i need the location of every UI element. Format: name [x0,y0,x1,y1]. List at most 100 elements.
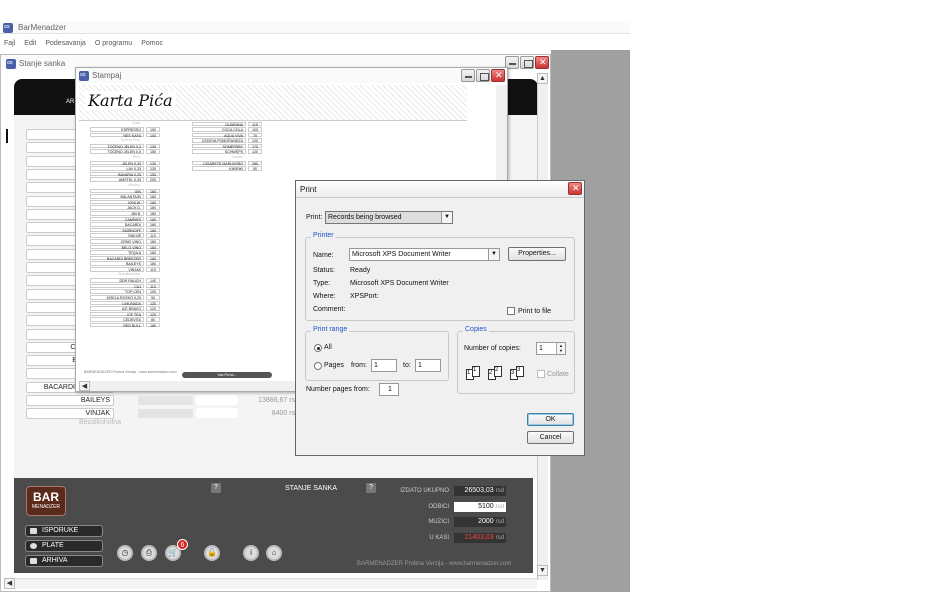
stampaj-close-button[interactable] [491,69,505,82]
menu-item-price: 130 [146,143,160,149]
printer-name-select[interactable]: Microsoft XPS Document Writer ▼ [349,248,500,261]
clock-icon[interactable]: ◷ [117,545,133,561]
summary-value: 5100 [478,502,494,510]
person-icon [30,543,37,549]
stampaj-maximize-button[interactable] [476,69,490,82]
menu-item-name: LIMUNADA [90,300,144,305]
scroll-up-button[interactable]: ▲ [537,73,548,84]
logo-top: BAR [33,490,59,504]
menu-item-price: 160 [146,244,160,249]
copies-stepper[interactable]: ▲ ▼ [556,343,565,354]
help-button-2[interactable]: ? [366,483,376,493]
menu-item-name: TOP-CEN [90,289,144,294]
menu-item-price: 140 [146,278,160,283]
row-bar [138,396,193,405]
menu-item-3[interactable]: O programu [95,40,132,47]
to-label: to: [403,362,411,369]
home-icon[interactable]: ⌂ [266,545,282,561]
menu-item-name: LAV 0,33 [90,166,144,171]
isporuke-button[interactable]: ISPORUKE [25,525,103,537]
app-icon [3,22,13,33]
properties-button[interactable]: Properties... [508,247,566,261]
close-button[interactable] [535,56,549,69]
print-titlebar: Print [296,181,584,198]
menu-item-4[interactable]: Pomoc [141,40,163,47]
menu-item-price: 150 [146,149,160,154]
stanje-icon [6,58,16,69]
menu-item-price: 160 [146,222,160,227]
ok-button[interactable]: OK [527,413,574,426]
collate-checkbox[interactable] [537,370,545,378]
menu-item-price: 130 [146,160,160,165]
menu-item-price: 280 [248,160,262,165]
unlock-icon[interactable]: 🔓 [204,545,220,561]
menu-item-name: TOČENO JELEN 0,3 [90,143,144,149]
summary-value: 21403,03 [464,533,494,541]
menu-item-name: TEQILA [90,250,144,255]
menu-item-price: 80 [146,317,160,322]
menu-item-1[interactable]: Edit [24,40,36,47]
arhiva-button[interactable]: ARHIVA [25,555,103,567]
delivery-icon [30,528,37,534]
stampaj-scroll-left[interactable]: ◀ [79,381,90,391]
print-to-file-checkbox[interactable] [507,307,515,315]
menu-banner: Karta Pića [79,85,467,121]
menu-item-price: 160 [146,188,160,193]
menu-item-name: JACK D. [90,205,144,210]
menu-item-name: GUARANA [192,121,246,126]
scroll-left-button[interactable]: ◀ [4,578,15,589]
menu-item-name: CEDEVA POMORANDZA [192,138,246,143]
cancel-button[interactable]: Cancel [527,431,574,444]
copies-group: Copies [457,326,575,394]
menubar: Fajl Edit Podesavanja O programu Pomoc [4,38,624,48]
print-to-file-label: Print to file [518,308,552,315]
all-radio[interactable] [314,344,322,352]
menu-item-name: SOMERSBY [192,143,246,149]
row-input[interactable] [196,395,238,405]
num-copies-label: Number of copies: [464,345,521,352]
menu-item-price: 160 [146,261,160,266]
print-close-button[interactable] [568,182,582,195]
menu-item-2[interactable]: Podesavanja [45,40,85,47]
row-value: 8400 rsd [271,410,299,418]
print-dialog: Print Print: Records being browsed ▼ Pri… [295,180,585,456]
menu-item-price: 120 [146,311,160,317]
menu-item-name: BACARDI BREEZER [90,255,144,261]
menu-item-price: 160 [146,199,160,205]
header-label: AR [66,99,75,105]
print-icon[interactable]: ⎙ [141,545,157,561]
menu-item-name: BAVARIA 0,25 [90,171,144,177]
menu-item-name: ESPRESSO [90,127,144,132]
menu-item-price: 160 [146,250,160,255]
pages-radio[interactable] [314,362,322,370]
menu-item-0[interactable]: Fajl [4,40,15,47]
stampaj-minimize-button[interactable] [461,69,475,82]
plate-label: PLATE [42,542,64,549]
stanje-sanka-label: STANJE SANKA [285,485,337,492]
num-pages-from-input[interactable]: 1 [379,383,399,396]
menu-item-price: 170 [248,143,262,149]
product-name[interactable]: BAILEYS [26,395,114,406]
row-bar [138,409,193,419]
row-input[interactable] [196,408,238,419]
print-select[interactable]: Records being browsed ▼ [325,211,453,224]
row-value: 13866,67 rsd [258,397,299,404]
help-button-1[interactable]: ? [211,483,221,493]
menu-item-price: 110 [146,233,160,238]
menu-item-price: 180 [146,322,160,328]
from-input[interactable]: 1 [371,359,397,372]
maximize-button[interactable] [520,56,534,69]
menu-item-price: 130 [146,166,160,171]
info-icon[interactable]: i [243,545,259,561]
to-input[interactable]: 1 [415,359,441,372]
menu-item-price: 160 [146,194,160,199]
where-value: XPSPort: [350,293,379,300]
horizontal-scrollbar[interactable] [4,578,537,589]
printer-name-value: Microsoft XPS Document Writer [352,251,451,258]
scroll-down-button[interactable]: ▼ [537,565,548,576]
menu-item-price: 100 [146,132,160,138]
plate-button[interactable]: PLATE [25,540,103,552]
menu-item: RED BULL 180 [80,322,190,328]
print-label: Print: [306,214,323,221]
stampaj-titlebar: Stampaj [76,68,507,83]
